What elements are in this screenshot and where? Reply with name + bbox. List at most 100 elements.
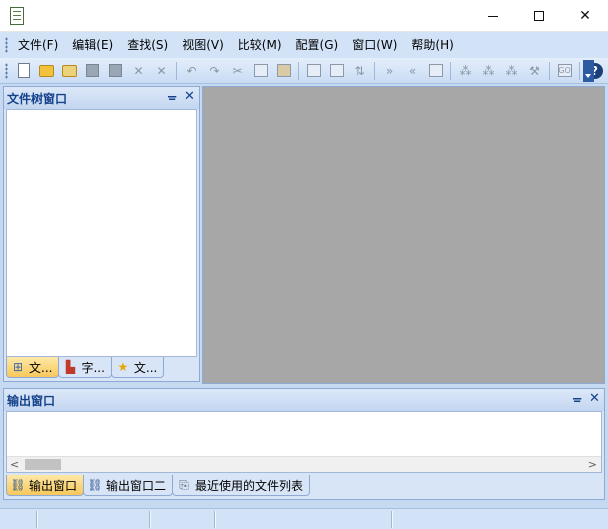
save-all-button[interactable] [107, 62, 125, 80]
tab-label: 文... [29, 360, 53, 375]
compare-1-button[interactable]: ⁂ [457, 62, 475, 80]
menu-view[interactable]: 视图(V) [176, 34, 232, 56]
menu-file[interactable]: 文件(F) [12, 34, 66, 56]
minimize-icon [488, 15, 498, 17]
tab-label: 输出窗口二 [106, 478, 167, 493]
output-pane-title: 输出窗口 [7, 393, 56, 408]
chart-icon: ▙ [65, 360, 76, 374]
replace-button[interactable] [328, 62, 346, 80]
tab-char-stats[interactable]: ▙ 字... [58, 357, 112, 378]
toolbar-separator [579, 61, 580, 80]
close-icon: ✕ [579, 8, 591, 24]
file-tree-view[interactable] [6, 109, 197, 357]
redo-button[interactable]: ↷ [206, 62, 224, 80]
tab-favorites[interactable]: ★ 文... [110, 357, 165, 378]
file-tree-pane-tabs: ⊞ 文... ▙ 字... ★ 文... [6, 357, 197, 379]
toolbar-separator [176, 61, 177, 80]
compare-2-button[interactable]: ⁂ [480, 62, 498, 80]
edit-button[interactable] [427, 62, 445, 80]
find-icon [306, 64, 321, 77]
tab-output[interactable]: ⛓ 输出窗口 [6, 475, 85, 496]
pin-icon[interactable]: ᚚ [573, 392, 581, 405]
copy-button[interactable] [252, 62, 270, 80]
compare-3-button[interactable]: ⁂ [503, 62, 521, 80]
tools-button[interactable]: ⚒ [526, 62, 544, 80]
toolbar-separator [450, 61, 451, 80]
previous-button[interactable]: « [404, 62, 422, 80]
output-view[interactable]: < > [6, 411, 602, 473]
toolbar-grip[interactable] [5, 62, 8, 79]
copy-icon [253, 64, 268, 77]
maximize-button[interactable] [516, 0, 562, 32]
notepad-icon[interactable] [10, 7, 24, 25]
tab-label: 最近使用的文件列表 [195, 478, 304, 493]
undo-icon: ↶ [186, 63, 197, 78]
goto-button[interactable]: GO [556, 62, 574, 80]
status-cell [214, 511, 391, 528]
redo-icon: ↷ [209, 63, 220, 78]
toolbar-separator [549, 61, 550, 80]
menu-bar: 文件(F) 编辑(E) 查找(S) 视图(V) 比较(M) 配置(G) 窗口(W… [0, 32, 608, 58]
status-bar [0, 508, 608, 529]
close-file-icon: ✕ [133, 63, 144, 78]
output-pane-header: 输出窗口 ᚚ ✕ [4, 389, 604, 411]
tab-label: 字... [81, 360, 105, 375]
tools-icon: ⚒ [529, 63, 540, 78]
menu-grip[interactable] [5, 37, 8, 53]
find-button[interactable] [305, 62, 323, 80]
menu-edit[interactable]: 编辑(E) [66, 34, 121, 56]
cut-button[interactable]: ✂ [229, 62, 247, 80]
pane-close-icon[interactable]: ✕ [184, 89, 195, 104]
tab-file-tree[interactable]: ⊞ 文... [6, 357, 60, 378]
toolbar: ✕ ✕ ↶ ↷ ✂ ⇅ » « ⁂ ⁂ ⁂ ⚒ GO ? [0, 58, 608, 84]
pin-icon[interactable]: ᚚ [168, 90, 176, 103]
toolbar-overflow-button[interactable] [583, 60, 594, 82]
previous-icon: « [408, 63, 417, 78]
editor-workspace[interactable] [202, 86, 605, 384]
menu-window[interactable]: 窗口(W) [346, 34, 405, 56]
title-bar: ✕ [0, 0, 608, 32]
undo-button[interactable]: ↶ [183, 62, 201, 80]
close-all-icon: ✕ [156, 63, 167, 78]
file-tree-icon: ⊞ [12, 360, 24, 374]
menu-search[interactable]: 查找(S) [121, 34, 176, 56]
close-button[interactable]: ✕ [562, 0, 608, 32]
sort-icon: ⇅ [354, 63, 365, 78]
cut-icon: ✂ [232, 63, 243, 78]
next-button[interactable]: » [381, 62, 399, 80]
menu-help[interactable]: 帮助(H) [405, 34, 461, 56]
horizontal-scrollbar[interactable]: < > [7, 456, 601, 472]
paste-icon [276, 64, 291, 77]
sort-button[interactable]: ⇅ [351, 62, 369, 80]
save-button[interactable] [84, 62, 102, 80]
toolbar-separator [374, 61, 375, 80]
minimize-button[interactable] [470, 0, 516, 32]
output-pane: 输出窗口 ᚚ ✕ < > ⛓ 输出窗口 ⛓ 输出窗口二 ⎘ 最近使用的文件列表 [3, 388, 605, 500]
tab-recent-files[interactable]: ⎘ 最近使用的文件列表 [172, 475, 311, 496]
status-cell [36, 511, 149, 528]
file-tree-pane-header: 文件树窗口 ᚚ ✕ [4, 87, 199, 109]
output-icon: ⛓ [10, 478, 26, 492]
close-all-button[interactable]: ✕ [153, 62, 171, 80]
compare-2-icon: ⁂ [482, 63, 495, 78]
toolbar-separator [298, 61, 299, 80]
menu-config[interactable]: 配置(G) [290, 34, 347, 56]
scroll-thumb[interactable] [25, 459, 61, 470]
close-file-button[interactable]: ✕ [130, 62, 148, 80]
tab-output-2[interactable]: ⛓ 输出窗口二 [83, 475, 174, 496]
file-tree-pane-title: 文件树窗口 [7, 91, 68, 106]
chevron-down-icon [585, 74, 591, 78]
scroll-left-arrow[interactable]: < [10, 457, 19, 472]
paste-button[interactable] [275, 62, 293, 80]
new-file-icon [17, 63, 30, 78]
scroll-right-arrow[interactable]: > [588, 457, 597, 472]
open-project-button[interactable] [61, 62, 79, 80]
status-cell [149, 511, 214, 528]
open-folder-button[interactable] [38, 62, 56, 80]
menu-compare[interactable]: 比较(M) [232, 34, 290, 56]
file-tree-pane: 文件树窗口 ᚚ ✕ ⊞ 文... ▙ 字... ★ 文... [3, 86, 200, 382]
new-file-button[interactable] [15, 62, 33, 80]
tab-label: 输出窗口 [29, 478, 78, 493]
pane-close-icon[interactable]: ✕ [589, 391, 600, 406]
output-icon: ⛓ [87, 478, 103, 492]
